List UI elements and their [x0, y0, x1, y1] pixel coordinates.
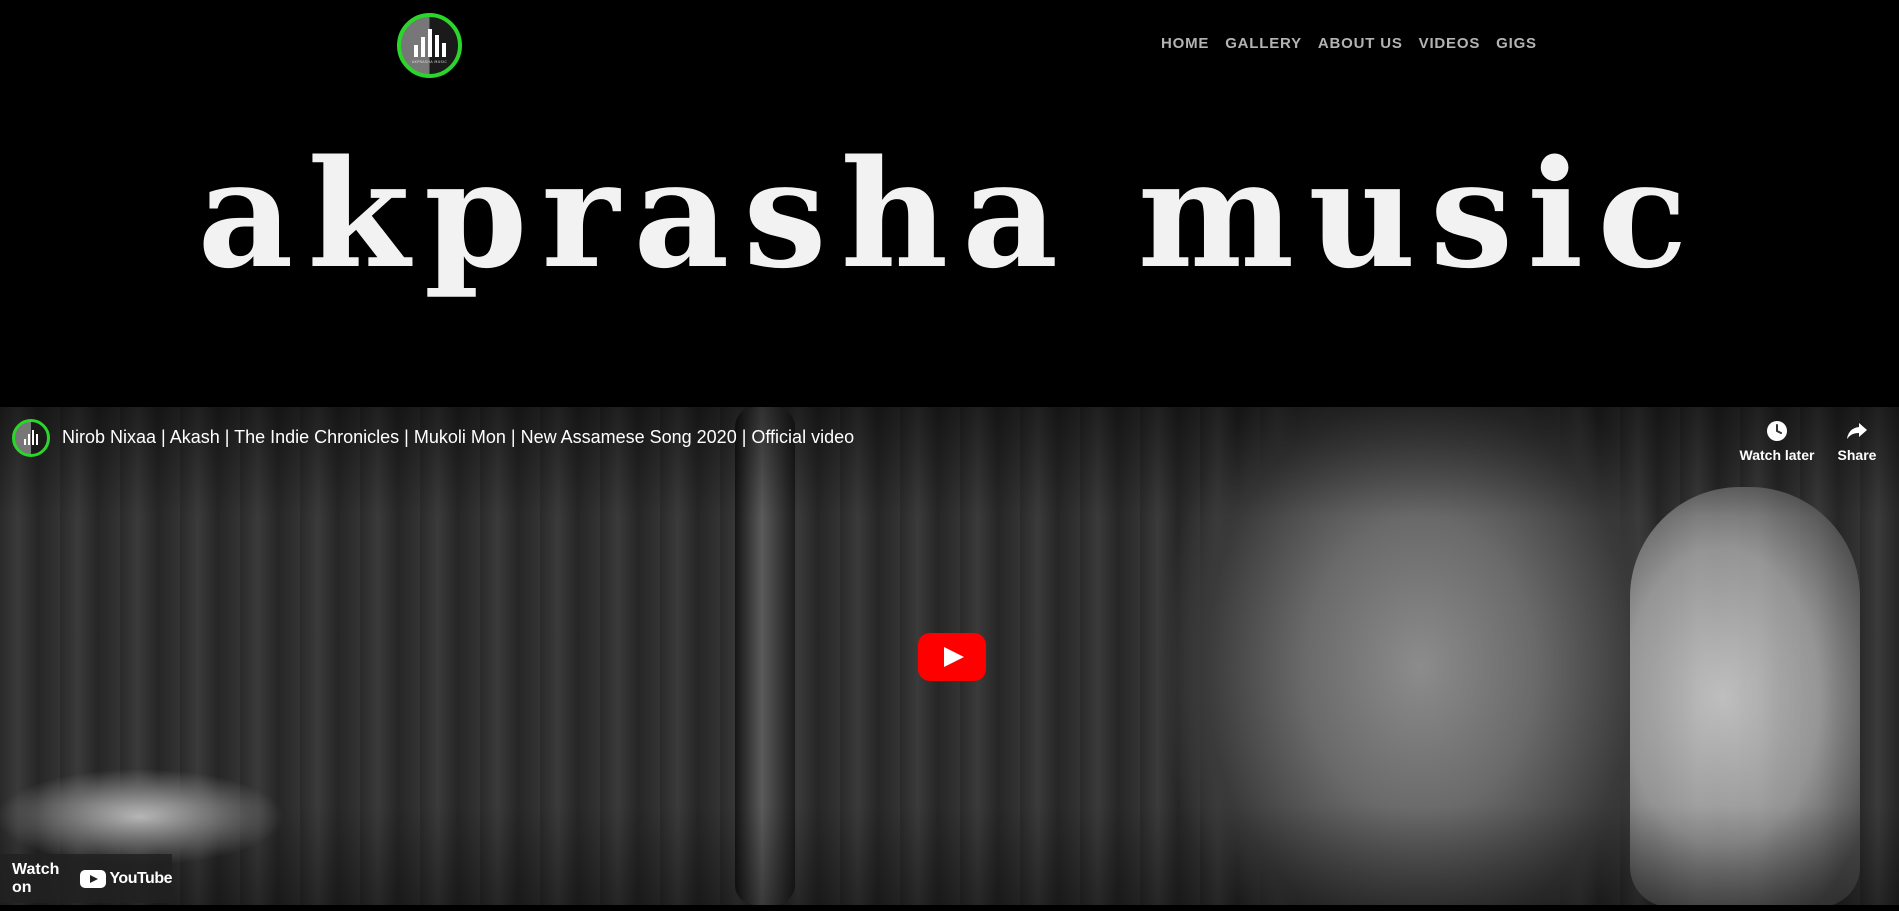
channel-avatar[interactable] — [12, 419, 50, 457]
watch-later-label: Watch later — [1739, 447, 1815, 463]
watch-on-youtube-button[interactable]: Watch on YouTube — [0, 854, 172, 903]
share-button[interactable]: Share — [1817, 419, 1897, 463]
avatar-bar — [32, 430, 34, 445]
play-button[interactable] — [918, 633, 986, 681]
share-label: Share — [1837, 447, 1877, 463]
avatar-bar — [28, 434, 30, 445]
watch-on-label: Watch on — [12, 860, 60, 896]
site-header: AKPRASHA MUSIC HOME GALLERY ABOUT US VID… — [0, 0, 1899, 407]
main-nav: HOME GALLERY ABOUT US VIDEOS GIGS — [1161, 35, 1553, 52]
avatar-bar — [24, 439, 26, 445]
logo-bar — [413, 45, 418, 57]
nav-home[interactable]: HOME — [1161, 35, 1209, 52]
logo-bar — [441, 43, 446, 57]
avatar-bar — [36, 434, 38, 445]
nav-gigs[interactable]: GIGS — [1496, 35, 1537, 52]
logo-bar — [427, 29, 432, 57]
brand-title: akprasha music — [197, 127, 1702, 301]
logo-bar — [420, 37, 425, 57]
youtube-logo: YouTube — [80, 869, 172, 888]
logo-bar — [434, 35, 439, 57]
watch-later-button[interactable]: Watch later — [1737, 419, 1817, 463]
video-title[interactable]: Nirob Nixaa | Akash | The Indie Chronicl… — [62, 427, 854, 448]
logo-text: AKPRASHA MUSIC — [411, 60, 448, 64]
nav-about-us[interactable]: ABOUT US — [1318, 35, 1403, 52]
clock-icon — [1767, 421, 1787, 441]
youtube-play-icon — [80, 869, 107, 888]
youtube-wordmark: YouTube — [109, 869, 172, 887]
nav-videos[interactable]: VIDEOS — [1419, 35, 1480, 52]
nav-gallery[interactable]: GALLERY — [1225, 35, 1302, 52]
site-logo[interactable]: AKPRASHA MUSIC — [397, 13, 462, 78]
share-arrow-icon — [1847, 423, 1867, 439]
video-embed[interactable]: Nirob Nixaa | Akash | The Indie Chronicl… — [0, 407, 1899, 905]
